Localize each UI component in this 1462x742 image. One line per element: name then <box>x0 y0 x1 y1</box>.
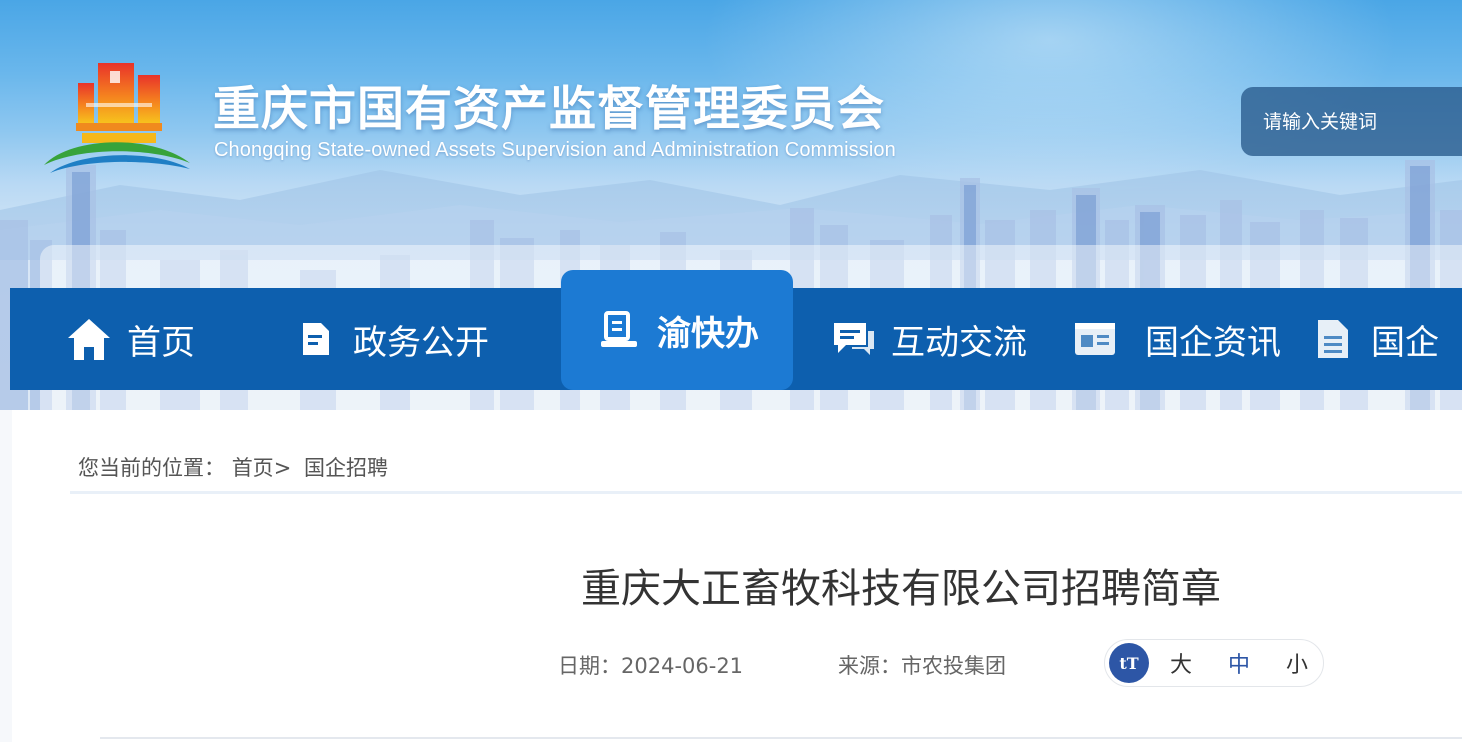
nav-item-soe[interactable]: 国企 <box>1309 288 1439 390</box>
nav-item-soe-news[interactable]: 国企资讯 <box>1051 288 1309 390</box>
breadcrumb-divider <box>70 491 1462 494</box>
nav-label: 政务公开 <box>353 322 489 363</box>
breadcrumb-prefix: 您当前的位置： <box>78 456 225 480</box>
nav-label: 渝快办 <box>657 313 759 354</box>
service-desk-icon <box>595 306 643 354</box>
font-size-switcher: tT 大 中 小 <box>1104 639 1324 687</box>
home-icon <box>65 315 113 363</box>
file-list-icon <box>1309 315 1357 363</box>
breadcrumb-home-link[interactable]: 首页 <box>232 456 274 480</box>
nav-item-home[interactable]: 首页 <box>65 288 291 390</box>
source-label: 来源： <box>838 654 901 678</box>
search-box[interactable] <box>1241 87 1462 156</box>
content-left-edge <box>0 410 12 742</box>
content-divider <box>100 737 1462 739</box>
sasac-building-logo-icon <box>44 63 190 173</box>
breadcrumb-separator: > <box>273 456 292 480</box>
date-value: 2024-06-21 <box>621 654 744 678</box>
news-card-icon <box>1071 315 1119 363</box>
search-input[interactable] <box>1263 110 1462 133</box>
nav-label: 国企资讯 <box>1145 322 1281 363</box>
document-icon <box>291 315 339 363</box>
font-size-small-button[interactable]: 小 <box>1277 647 1317 679</box>
breadcrumb: 您当前的位置： 首页> 国企招聘 <box>78 452 388 482</box>
breadcrumb-current-link[interactable]: 国企招聘 <box>304 456 388 480</box>
nav-label: 互动交流 <box>891 322 1027 363</box>
font-size-large-button[interactable]: 大 <box>1161 647 1201 679</box>
main-nav: 首页 政务公开 渝快办 互动交流 国企资讯 国企 <box>10 270 1462 390</box>
article-title: 重庆大正畜牧科技有限公司招聘简章 <box>581 566 1221 612</box>
font-size-icon: tT <box>1109 643 1149 683</box>
article-source: 来源：市农投集团 <box>838 650 1006 680</box>
source-value: 市农投集团 <box>901 654 1006 678</box>
site-subtitle: Chongqing State-owned Assets Supervision… <box>214 139 896 161</box>
nav-label: 国企 <box>1371 322 1439 363</box>
nav-item-government-affairs[interactable]: 政务公开 <box>291 288 561 390</box>
nav-item-yukuaiban[interactable]: 渝快办 <box>561 270 793 390</box>
date-label: 日期： <box>558 654 621 678</box>
font-size-medium-button[interactable]: 中 <box>1219 647 1259 679</box>
site-title: 重庆市国有资产监督管理委员会 <box>213 82 885 137</box>
nav-label: 首页 <box>127 322 195 363</box>
nav-item-interaction[interactable]: 互动交流 <box>793 288 1051 390</box>
article-date: 日期：2024-06-21 <box>558 650 743 680</box>
chat-icon <box>829 315 877 363</box>
